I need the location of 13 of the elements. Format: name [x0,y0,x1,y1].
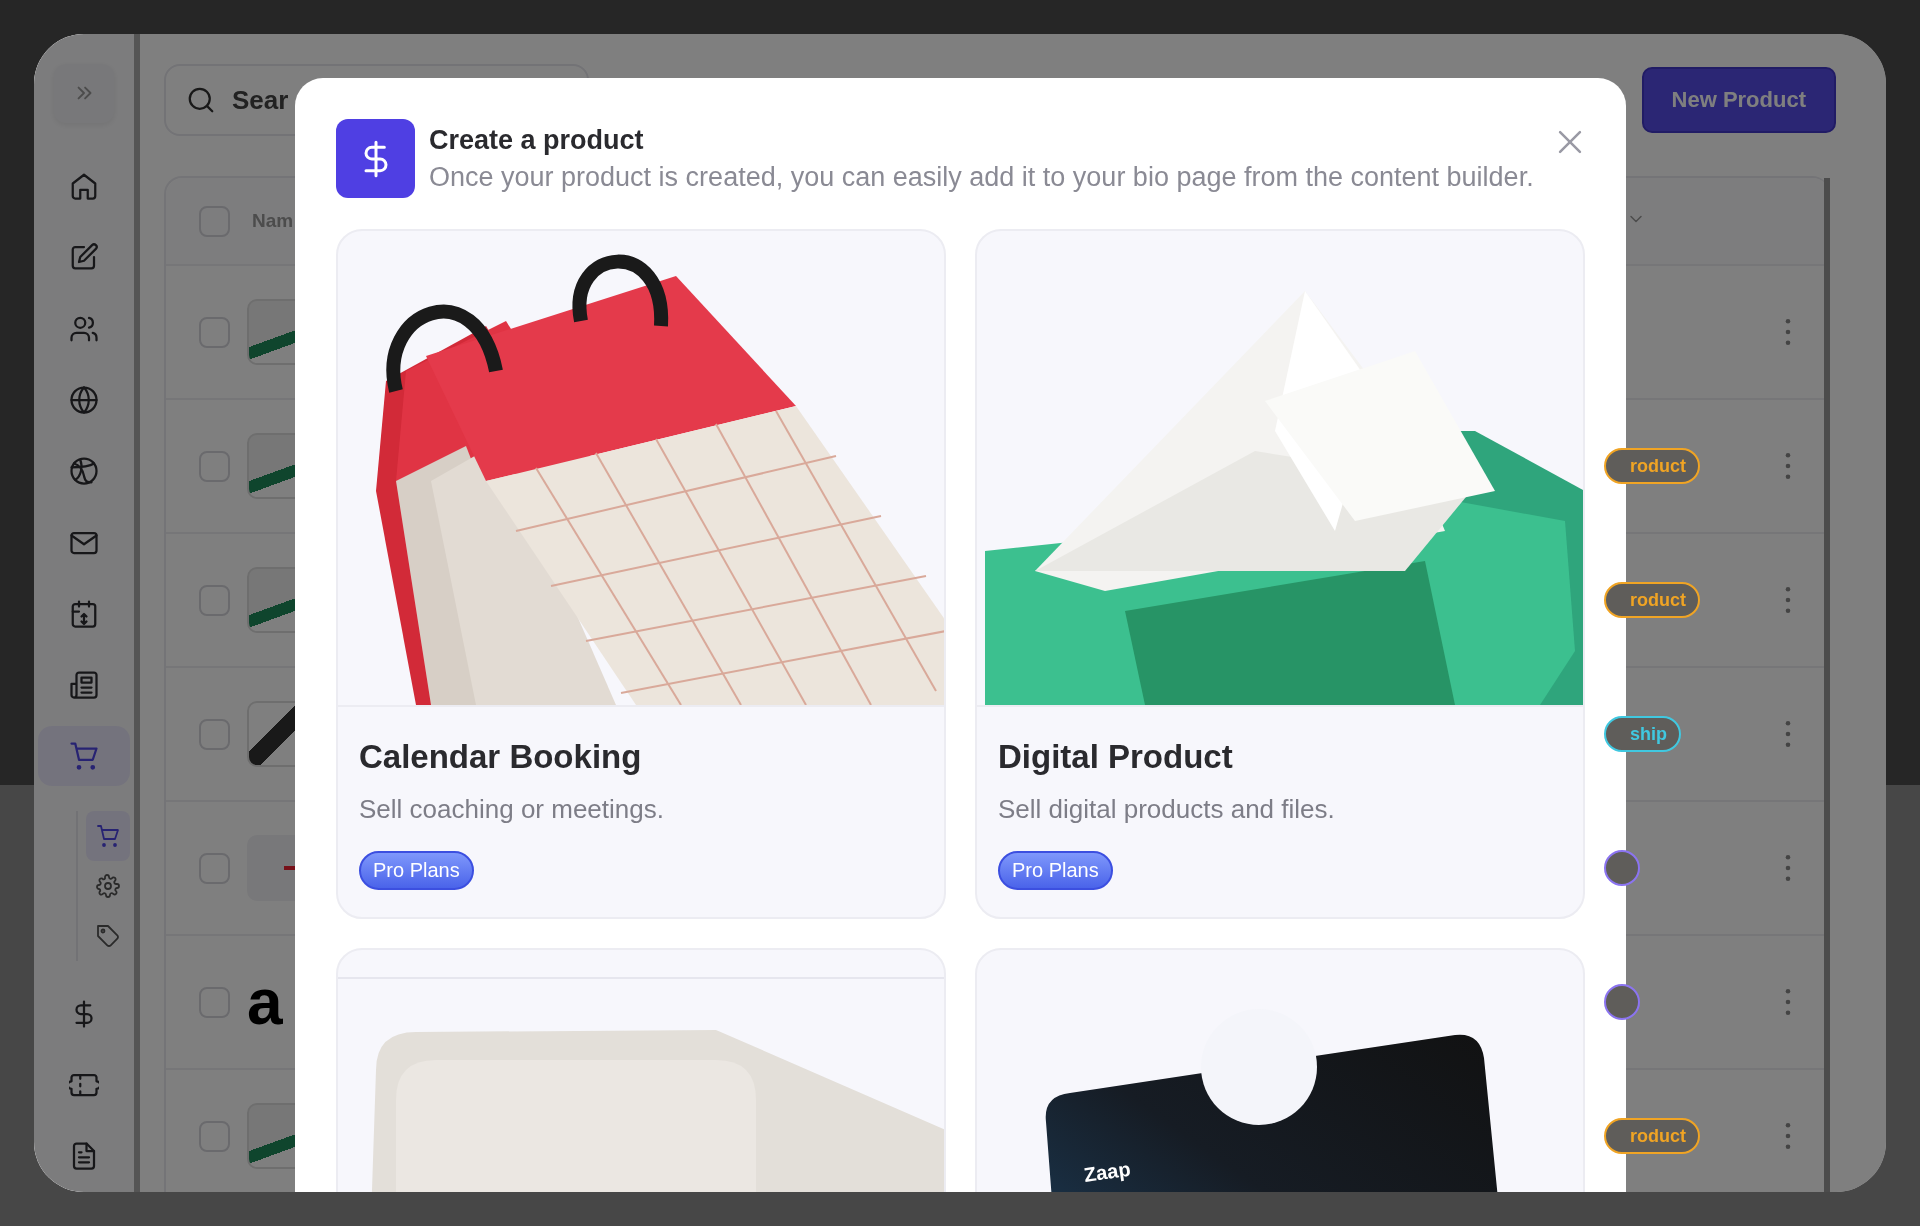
plan-badge: Pro Plans [359,851,474,890]
modal-title: Create a product [429,124,645,156]
type-tag: roduct [1604,448,1700,484]
card-title: Digital Product [998,738,1234,776]
plan-badge: Pro Plans [998,851,1113,890]
type-tag: roduct [1604,582,1700,618]
modal-subtitle: Once your product is created, you can easily add it to your bio page from the content builder. [429,161,1534,193]
card-logo-text: Zaap [1082,1157,1132,1186]
card-description: Sell digital products and files. [998,794,1336,825]
card-description: Sell coaching or meetings. [359,794,665,825]
card-title: Calendar Booking [359,738,643,776]
type-tag: ship [1604,716,1681,752]
type-tag: roduct [1604,1118,1700,1154]
